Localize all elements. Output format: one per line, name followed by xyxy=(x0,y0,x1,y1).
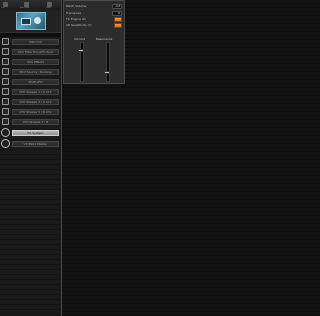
param-row-transpose: Transpose 0 xyxy=(66,11,122,16)
sidebar-item-lfo-shapes-1[interactable]: LFO Shapes 1 / 2 of 2 xyxy=(0,88,61,96)
sidebar-item-routing[interactable]: OSC Filter Env/LFO Rout xyxy=(0,48,61,56)
device-preview xyxy=(0,10,61,32)
param-row-patch-volume: Patch Volume -Inf xyxy=(66,4,122,9)
param-row-aft-sensitivity: Aft Sensitivity (?) xyxy=(66,23,122,28)
param-label: Transpose xyxy=(66,11,82,15)
param-label: Patch Volume xyxy=(66,4,87,8)
toolbar-label-edit: Edit Load xyxy=(20,7,30,9)
sidebar-item-label: OSC Filter Env/LFO Rout xyxy=(12,49,59,55)
oscillator-icon xyxy=(2,38,9,45)
sidebar-item-label: LFO Shapes 3 / 4 of 2 xyxy=(12,99,59,105)
sidebar-divider xyxy=(0,32,61,37)
sidebar-item-multi-lfo[interactable]: Multi LFO xyxy=(0,78,61,86)
sidebar-item-lfo-shapes-3[interactable]: LFO Shapes 5 / 6 of 2 xyxy=(0,108,61,116)
sidebar-item-osc-out[interactable]: OSC Out xyxy=(0,38,61,46)
filter-icon xyxy=(2,108,9,115)
sidebar-item-effects[interactable]: VCA Effects xyxy=(0,58,61,66)
sidebar-item-label: LFO Shapes 7 / 8 xyxy=(12,119,59,125)
resonance-fader[interactable] xyxy=(104,42,110,82)
sidebar-item-lfo-shapes-2[interactable]: LFO Shapes 3 / 4 of 2 xyxy=(0,98,61,106)
globe-icon xyxy=(1,139,10,148)
vol-out-fader[interactable] xyxy=(78,42,84,82)
filter-icon xyxy=(2,98,9,105)
sidebar-item-label: LFO Shapes 5 / 6 of 2 xyxy=(12,109,59,115)
sidebar-item-label: VP 8001 Master xyxy=(12,141,59,147)
sidebar-item-master[interactable]: VP 8001 Master xyxy=(0,139,61,148)
lfo-icon xyxy=(2,78,9,85)
fader-handle[interactable] xyxy=(104,71,110,74)
synth-device-image xyxy=(16,12,46,30)
fader-label-vol-out: Vol Out xyxy=(74,37,85,41)
sidebar-item-label: Mod Source / Routing xyxy=(12,69,59,75)
sidebar-item-label: OSC Out xyxy=(12,39,59,45)
sidebar: Inst Edit Load Save OSC Out OSC Filter E… xyxy=(0,0,62,316)
globe-icon xyxy=(1,128,10,137)
param-value-field[interactable]: -Inf xyxy=(112,4,122,9)
filter-icon xyxy=(2,118,9,125)
param-label: Aft Sensitivity (?) xyxy=(66,23,92,27)
fader-label-resonance: Resonance xyxy=(96,37,113,41)
parameter-panel: Patch Volume -Inf Transpose 0 FX Engine … xyxy=(63,0,125,84)
sidebar-item-fx-system[interactable]: FX System xyxy=(0,128,61,137)
envelope-icon xyxy=(2,58,9,65)
sidebar-item-label: FX System xyxy=(12,130,59,136)
fader-handle[interactable] xyxy=(78,49,84,52)
modulation-icon xyxy=(2,68,9,75)
sidebar-item-mod-source[interactable]: Mod Source / Routing xyxy=(0,68,61,76)
sidebar-item-lfo-shapes-4[interactable]: LFO Shapes 7 / 8 xyxy=(0,118,61,126)
param-label: FX Engine On xyxy=(66,17,87,21)
toolbar-label-save: Save xyxy=(46,7,51,9)
param-value-field[interactable]: 0 xyxy=(112,11,122,16)
fx-engine-toggle-button[interactable] xyxy=(114,17,122,22)
sidebar-item-label: Multi LFO xyxy=(12,79,59,85)
toolbar-label-inst: Inst xyxy=(1,7,5,9)
sidebar-item-label: LFO Shapes 1 / 2 of 2 xyxy=(12,89,59,95)
param-row-fx-engine: FX Engine On xyxy=(66,17,122,22)
filter-icon xyxy=(2,88,9,95)
sidebar-item-label: VCA Effects xyxy=(12,59,59,65)
routing-icon xyxy=(2,48,9,55)
aft-sensitivity-toggle-button[interactable] xyxy=(114,23,122,28)
app-window: Inst Edit Load Save OSC Out OSC Filter E… xyxy=(0,0,320,316)
